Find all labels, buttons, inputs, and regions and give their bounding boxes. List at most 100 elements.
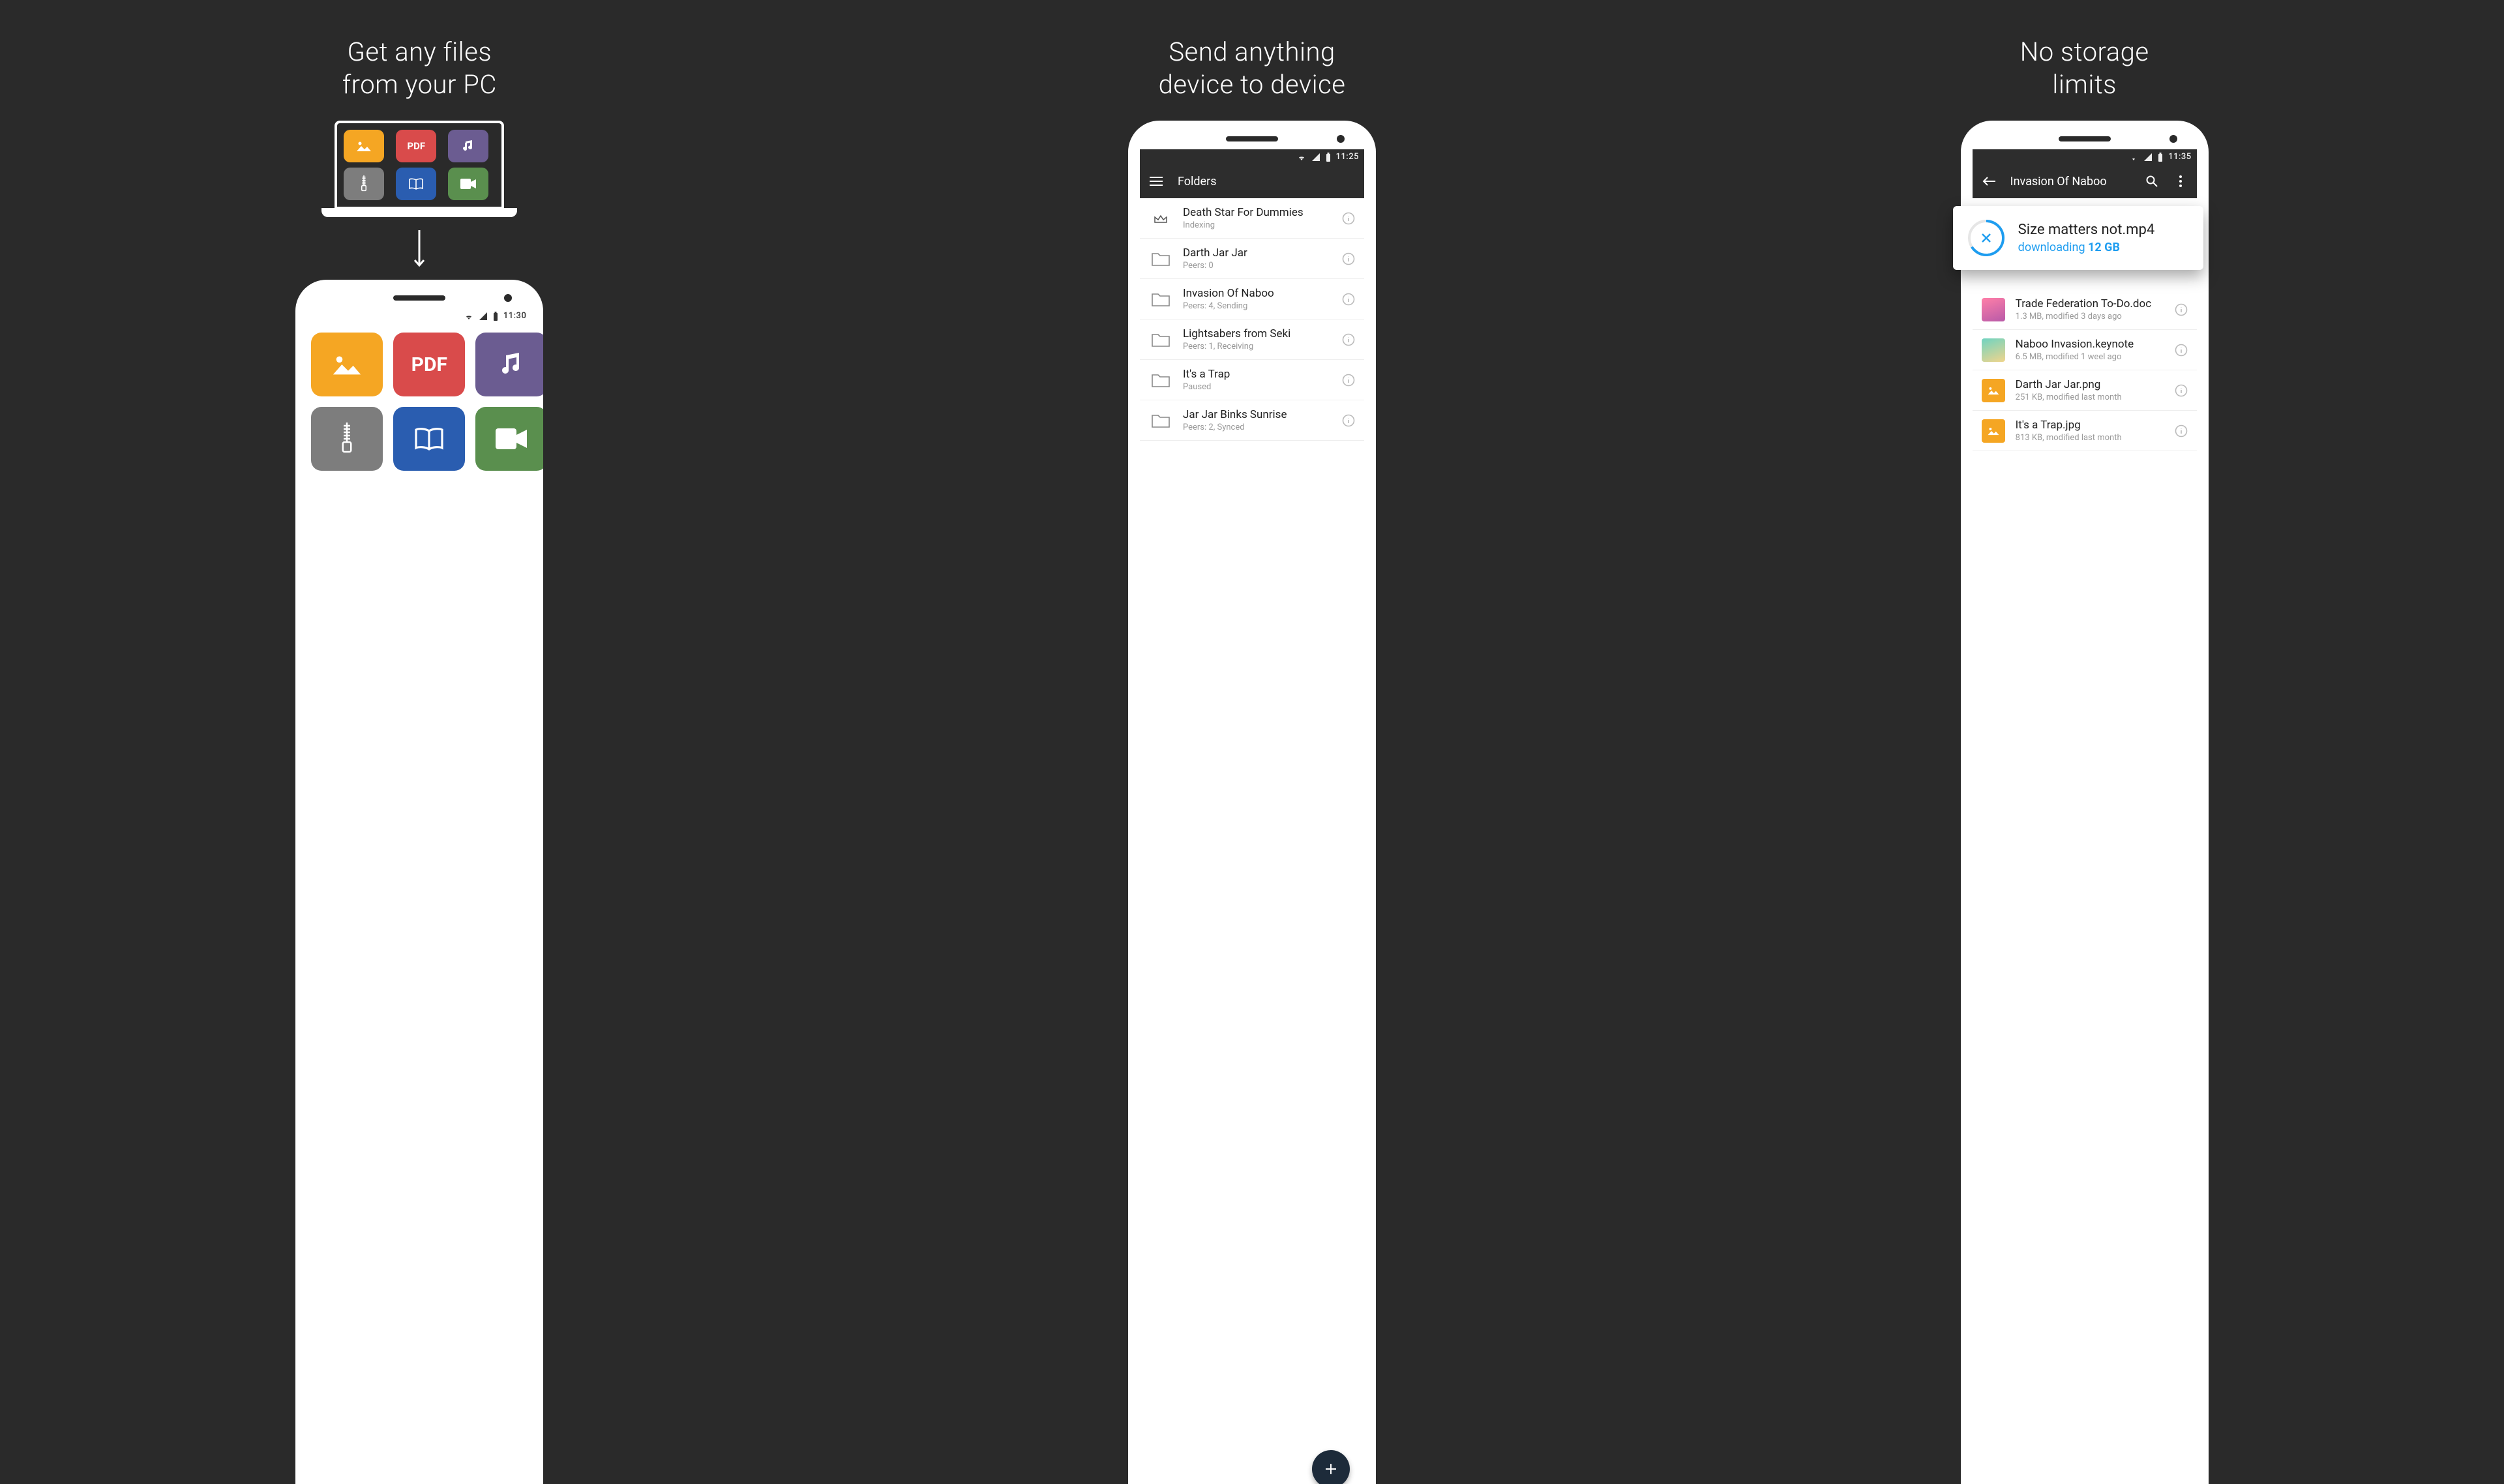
file-row[interactable]: It's a Trap.jpg813 KB, modified last mon… — [1973, 411, 2197, 451]
tile-grid: PDF — [307, 323, 531, 471]
file-row[interactable]: Trade Federation To-Do.doc1.3 MB, modifi… — [1973, 289, 2197, 330]
file-thumbnail — [1982, 298, 2005, 321]
front-camera — [1337, 135, 1345, 143]
appbar-title: Invasion Of Naboo — [2010, 175, 2107, 188]
file-title: Naboo Invasion.keynote — [2016, 338, 2164, 351]
laptop-illustration: PDF — [335, 121, 504, 209]
phone-2: 11:25 Folders Death Star For DummiesInde… — [1128, 121, 1376, 1484]
image-tile-icon[interactable] — [311, 333, 383, 396]
info-icon[interactable] — [1342, 293, 1355, 306]
download-status: downloading 12 GB — [2018, 241, 2155, 254]
speaker-slot — [1226, 136, 1278, 141]
info-icon[interactable] — [1342, 252, 1355, 265]
file-row[interactable]: Naboo Invasion.keynote6.5 MB, modified 1… — [1973, 330, 2197, 370]
folder-subtitle: Peers: 2, Synced — [1183, 423, 1332, 432]
book-tile-icon[interactable] — [393, 407, 465, 471]
appbar-title: Folders — [1178, 175, 1217, 188]
folder-subtitle: Peers: 4, Sending — [1183, 301, 1332, 311]
file-thumbnail — [1982, 379, 2005, 402]
info-icon[interactable] — [2175, 424, 2188, 438]
speaker-slot — [393, 295, 445, 301]
headline-1: Get any filesfrom your PC — [342, 36, 497, 101]
file-subtitle: 813 KB, modified last month — [2016, 433, 2164, 443]
folder-title: Invasion Of Naboo — [1183, 287, 1332, 300]
file-subtitle: 251 KB, modified last month — [2016, 393, 2164, 402]
hamburger-icon[interactable] — [1149, 174, 1163, 188]
phone-hardware — [307, 294, 531, 302]
folder-row[interactable]: Darth Jar JarPeers: 0 — [1140, 239, 1364, 279]
battery-icon — [493, 312, 498, 321]
folder-row[interactable]: Invasion Of NabooPeers: 4, Sending — [1140, 279, 1364, 319]
file-subtitle: 6.5 MB, modified 1 weel ago — [2016, 352, 2164, 362]
more-icon[interactable] — [2173, 174, 2188, 188]
back-icon[interactable] — [1982, 174, 1996, 188]
arrow-down-icon — [413, 229, 426, 268]
zip-tile-icon[interactable] — [311, 407, 383, 471]
headline-2: Send anythingdevice to device — [1159, 36, 1346, 101]
folder-row[interactable]: Death Star For DummiesIndexing — [1140, 198, 1364, 239]
file-title: It's a Trap.jpg — [2016, 419, 2164, 432]
download-filename: Size matters not.mp4 — [2018, 222, 2155, 238]
front-camera — [504, 294, 512, 302]
download-card[interactable]: Size matters not.mp4 downloading 12 GB — [1953, 206, 2203, 270]
folder-subtitle: Indexing — [1183, 220, 1332, 230]
folder-subtitle: Paused — [1183, 382, 1332, 392]
progress-ring[interactable] — [1967, 219, 2005, 257]
file-subtitle: 1.3 MB, modified 3 days ago — [2016, 312, 2164, 321]
folder-icon — [1149, 209, 1172, 228]
music-tile-icon[interactable] — [475, 333, 543, 396]
wifi-icon — [464, 312, 473, 320]
app-bar: Invasion Of Naboo — [1973, 164, 2197, 198]
file-thumbnail — [1982, 419, 2005, 443]
phone-3: 11:35 Invasion Of Naboo — [1961, 121, 2209, 1484]
info-icon[interactable] — [1342, 212, 1355, 225]
promo-column-1: Get any filesfrom your PC PDF — [13, 20, 826, 1484]
folder-subtitle: Peers: 1, Receiving — [1183, 342, 1332, 351]
folder-row[interactable]: Lightsabers from Seki Peers: 1, Receiving — [1140, 319, 1364, 360]
status-clock: 11:25 — [1336, 152, 1359, 162]
info-icon[interactable] — [1342, 414, 1355, 427]
video-tile-icon[interactable] — [475, 407, 543, 471]
info-icon[interactable] — [2175, 344, 2188, 357]
status-bar: 11:25 — [1140, 149, 1364, 164]
file-title: Darth Jar Jar.png — [2016, 378, 2164, 391]
folder-row[interactable]: Jar Jar Binks Sunrise Peers: 2, Synced — [1140, 400, 1364, 441]
headline-3: No storagelimits — [2020, 36, 2149, 101]
video-tile-icon — [448, 168, 488, 200]
folder-subtitle: Peers: 0 — [1183, 261, 1332, 271]
book-tile-icon — [396, 168, 436, 200]
laptop-base — [321, 208, 517, 217]
info-icon[interactable] — [2175, 384, 2188, 397]
status-clock: 11:30 — [503, 311, 526, 321]
info-icon[interactable] — [1342, 333, 1355, 346]
pdf-tile-icon: PDF — [396, 130, 436, 162]
signal-icon — [1311, 153, 1320, 161]
folder-icon — [1149, 370, 1172, 390]
file-row[interactable]: Darth Jar Jar.png 251 KB, modified last m… — [1973, 370, 2197, 411]
status-bar: 11:35 — [1973, 149, 2197, 164]
status-clock: 11:35 — [2168, 152, 2191, 162]
info-icon[interactable] — [2175, 303, 2188, 316]
fab-add-button[interactable] — [1312, 1450, 1350, 1484]
info-icon[interactable] — [1342, 374, 1355, 387]
pdf-tile-icon[interactable]: PDF — [393, 333, 465, 396]
battery-icon — [1326, 153, 1331, 162]
file-thumbnail — [1982, 338, 2005, 362]
image-tile-icon — [344, 130, 384, 162]
folder-title: Darth Jar Jar — [1183, 246, 1332, 260]
folder-title: Death Star For Dummies — [1183, 206, 1332, 219]
status-bar: 11:30 — [307, 308, 531, 323]
signal-icon — [479, 312, 488, 320]
battery-icon — [2158, 153, 2163, 162]
folder-row[interactable]: It's a TrapPaused — [1140, 360, 1364, 400]
search-icon[interactable] — [2145, 174, 2159, 188]
folder-icon — [1149, 411, 1172, 430]
phone-hardware — [1140, 135, 1364, 143]
app-bar: Folders — [1140, 164, 1364, 198]
signal-icon — [2143, 153, 2153, 161]
wifi-icon — [1297, 153, 1306, 161]
zip-tile-icon — [344, 168, 384, 200]
folder-title: Lightsabers from Seki — [1183, 327, 1332, 340]
folder-icon — [1149, 330, 1172, 349]
folder-title: Jar Jar Binks Sunrise — [1183, 408, 1332, 421]
